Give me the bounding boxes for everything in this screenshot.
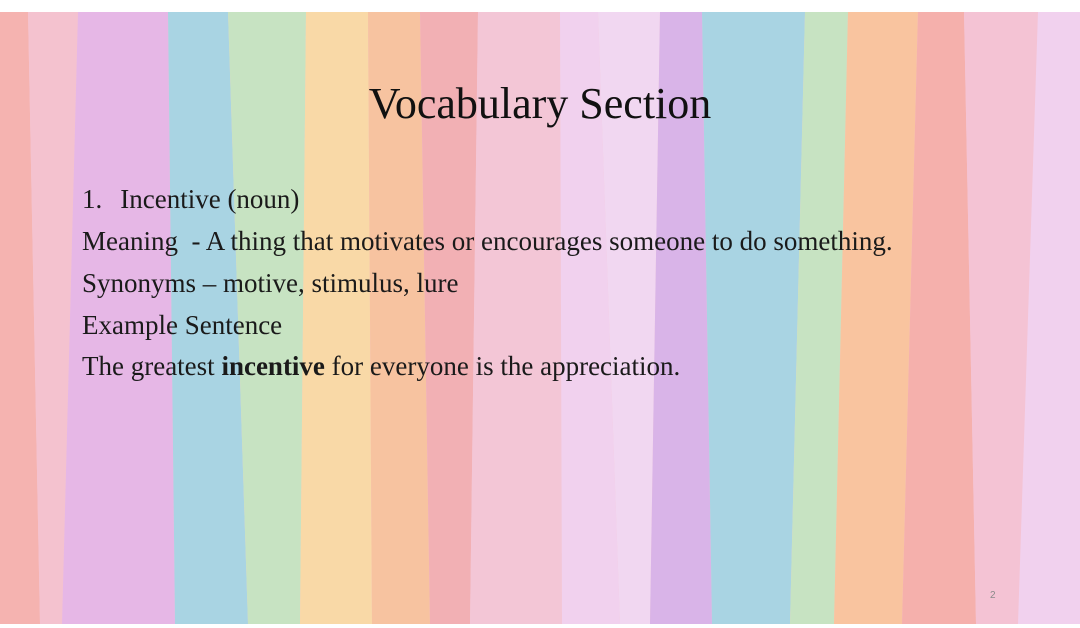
synonyms-line: Synonyms – motive, stimulus, lure [82,268,902,300]
synonyms-text: motive, stimulus, lure [223,267,459,298]
meaning-line: Meaning - A thing that motivates or enco… [82,226,902,258]
meaning-separator: - [191,225,201,256]
entry-heading: 1. Incentive (noun) [82,184,902,216]
synonyms-label: Synonyms [82,267,197,298]
synonyms-separator: – [202,267,217,298]
meaning-text: A thing that motivates or encourages som… [205,225,893,256]
slide: Vocabulary Section 1. Incentive (noun) M… [0,12,1080,624]
example-sentence: The greatest incentive for everyone is t… [82,351,902,383]
meaning-label: Meaning [82,225,178,256]
example-after: for everyone is the appreciation. [331,351,681,382]
example-highlight-word: incentive [221,351,325,382]
example-before: The greatest [82,351,215,382]
entry-number: 1. [82,184,103,214]
example-label: Example Sentence [82,309,283,340]
slide-title: Vocabulary Section [368,79,712,128]
entry-word: Incentive (noun) [120,184,300,214]
page-number: 2 [990,590,996,601]
vocabulary-entry: 1. Incentive (noun) Meaning - A thing th… [82,184,902,383]
